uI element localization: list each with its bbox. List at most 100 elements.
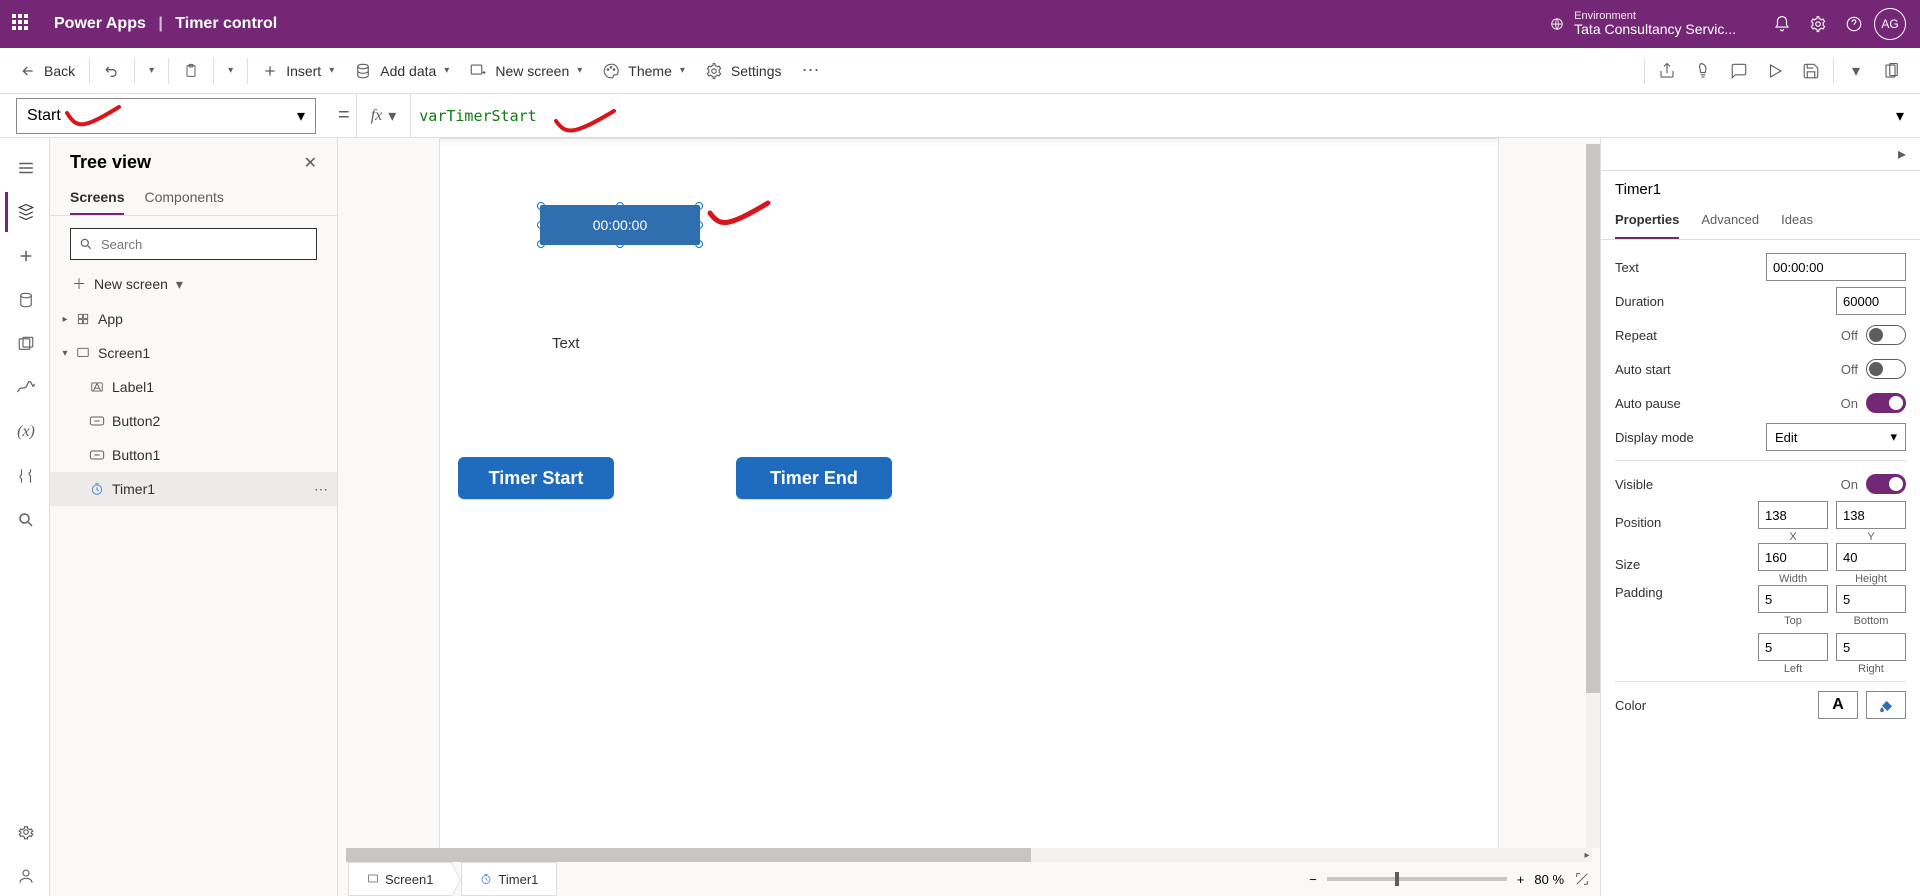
rail-flows-icon[interactable] [5, 368, 45, 408]
selected-control-name: Timer1 [1601, 171, 1920, 202]
vertical-scrollbar[interactable] [1586, 144, 1600, 848]
zoom-in-icon[interactable]: + [1517, 872, 1525, 887]
search-input[interactable] [101, 237, 308, 252]
tab-properties[interactable]: Properties [1615, 202, 1679, 239]
publish-icon[interactable] [1874, 53, 1910, 89]
settings-gear-icon[interactable] [1800, 6, 1836, 42]
new-screen-link[interactable]: ＋New screen▾ [50, 266, 337, 302]
formula-expand-icon[interactable]: ▾ [1880, 106, 1920, 126]
paste-button[interactable] [173, 57, 209, 85]
environment-picker[interactable]: Environment Tata Consultancy Servic... [1550, 10, 1736, 37]
tree-item-app[interactable]: ▸ App [50, 302, 337, 336]
back-button[interactable]: Back [10, 57, 85, 85]
globe-icon [1550, 17, 1564, 31]
tree-item-timer1[interactable]: Timer1 ⋯ [50, 472, 337, 506]
undo-menu[interactable]: ▾ [139, 59, 164, 82]
insert-button[interactable]: Insert▾ [252, 57, 344, 85]
breadcrumb: Screen1 Timer1 [348, 862, 557, 896]
help-icon[interactable] [1836, 6, 1872, 42]
prop-text-input[interactable] [1766, 253, 1906, 281]
theme-button[interactable]: Theme▾ [592, 56, 695, 86]
tab-components[interactable]: Components [144, 181, 223, 215]
prop-padding-left-input[interactable] [1758, 633, 1828, 661]
prop-displaymode-select[interactable]: Edit▾ [1766, 423, 1906, 451]
prop-padding-right-input[interactable] [1836, 633, 1906, 661]
prop-autostart-toggle[interactable] [1866, 359, 1906, 379]
properties-pane: ▸ Timer1 Properties Advanced Ideas Text … [1600, 138, 1920, 896]
tree-view-panel: Tree view ✕ Screens Components ＋New scre… [50, 138, 338, 896]
app-icon [74, 310, 92, 328]
label-control[interactable]: Text [552, 335, 580, 352]
prop-font-color-button[interactable]: A [1818, 691, 1858, 719]
label-icon [88, 378, 106, 396]
tab-screens[interactable]: Screens [70, 181, 124, 215]
app-launcher-icon[interactable] [12, 14, 32, 34]
rail-search-icon[interactable] [5, 500, 45, 540]
chevron-right-icon[interactable]: ▸ [1898, 144, 1906, 164]
rail-settings-icon[interactable] [5, 812, 45, 852]
tree-item-button2[interactable]: Button2 [50, 404, 337, 438]
fit-screen-icon[interactable] [1574, 871, 1590, 887]
property-selector[interactable]: Start ▾ [16, 98, 316, 134]
button-timer-end[interactable]: Timer End [736, 457, 892, 499]
prop-fill-color-button[interactable] [1866, 691, 1906, 719]
breadcrumb-screen[interactable]: Screen1 [348, 862, 452, 896]
comments-icon[interactable] [1721, 53, 1757, 89]
paste-menu[interactable]: ▾ [218, 59, 243, 82]
prop-autopause-toggle[interactable] [1866, 393, 1906, 413]
zoom-slider[interactable] [1327, 877, 1507, 881]
rail-tools-icon[interactable] [5, 456, 45, 496]
button-timer-start[interactable]: Timer Start [458, 457, 614, 499]
prop-visible-toggle[interactable] [1866, 474, 1906, 494]
prop-padding-top-input[interactable] [1758, 585, 1828, 613]
rail-data-icon[interactable] [5, 280, 45, 320]
overflow-button[interactable]: ⋯ [791, 54, 829, 87]
prop-width-input[interactable] [1758, 543, 1828, 571]
undo-button[interactable] [94, 57, 130, 85]
screen-plus-icon [469, 62, 487, 80]
preview-icon[interactable] [1757, 53, 1793, 89]
avatar[interactable]: AG [1872, 6, 1908, 42]
formula-bar: Start ▾ = fx▾ ▾ [0, 94, 1920, 138]
tree-item-screen1[interactable]: ▾ Screen1 [50, 336, 337, 370]
share-icon[interactable] [1649, 53, 1685, 89]
prop-duration-input[interactable] [1836, 287, 1906, 315]
rail-variables-icon[interactable]: (x) [5, 412, 45, 452]
timer-control[interactable]: 00:00:00 [540, 205, 700, 245]
tree-item-button1[interactable]: Button1 [50, 438, 337, 472]
notifications-icon[interactable] [1764, 6, 1800, 42]
annotation-check-icon [706, 199, 772, 229]
save-menu[interactable]: ▾ [1838, 53, 1874, 89]
new-screen-button[interactable]: New screen▾ [459, 56, 592, 86]
prop-repeat-toggle[interactable] [1866, 325, 1906, 345]
rail-virtual-agent-icon[interactable] [5, 856, 45, 896]
horizontal-scrollbar[interactable]: ◂▸ [346, 848, 1592, 862]
rail-tree-icon[interactable] [5, 192, 45, 232]
canvas[interactable]: 00:00:00 Text Timer Start Timer End [439, 138, 1499, 850]
breadcrumb-control[interactable]: Timer1 [461, 862, 557, 896]
prop-y-input[interactable] [1836, 501, 1906, 529]
zoom-percent: 80 % [1534, 872, 1564, 887]
zoom-out-icon[interactable]: − [1309, 872, 1317, 887]
more-icon[interactable]: ⋯ [314, 481, 329, 498]
plus-icon [262, 63, 278, 79]
fx-button[interactable]: fx▾ [356, 94, 412, 138]
save-icon[interactable] [1793, 53, 1829, 89]
tab-ideas[interactable]: Ideas [1781, 202, 1813, 239]
rail-media-icon[interactable] [5, 324, 45, 364]
prop-height-input[interactable] [1836, 543, 1906, 571]
prop-x-input[interactable] [1758, 501, 1828, 529]
rail-hamburger-icon[interactable] [5, 148, 45, 188]
tree-search[interactable] [70, 228, 317, 260]
tab-advanced[interactable]: Advanced [1701, 202, 1759, 239]
button-icon [88, 446, 106, 464]
checker-icon[interactable] [1685, 53, 1721, 89]
add-data-button[interactable]: Add data▾ [344, 56, 459, 86]
close-icon[interactable]: ✕ [304, 153, 317, 173]
gear-icon [705, 62, 723, 80]
tree-item-label1[interactable]: Label1 [50, 370, 337, 404]
rail-insert-icon[interactable] [5, 236, 45, 276]
settings-button[interactable]: Settings [695, 56, 792, 86]
prop-padding-bottom-input[interactable] [1836, 585, 1906, 613]
formula-input[interactable] [411, 107, 1880, 125]
